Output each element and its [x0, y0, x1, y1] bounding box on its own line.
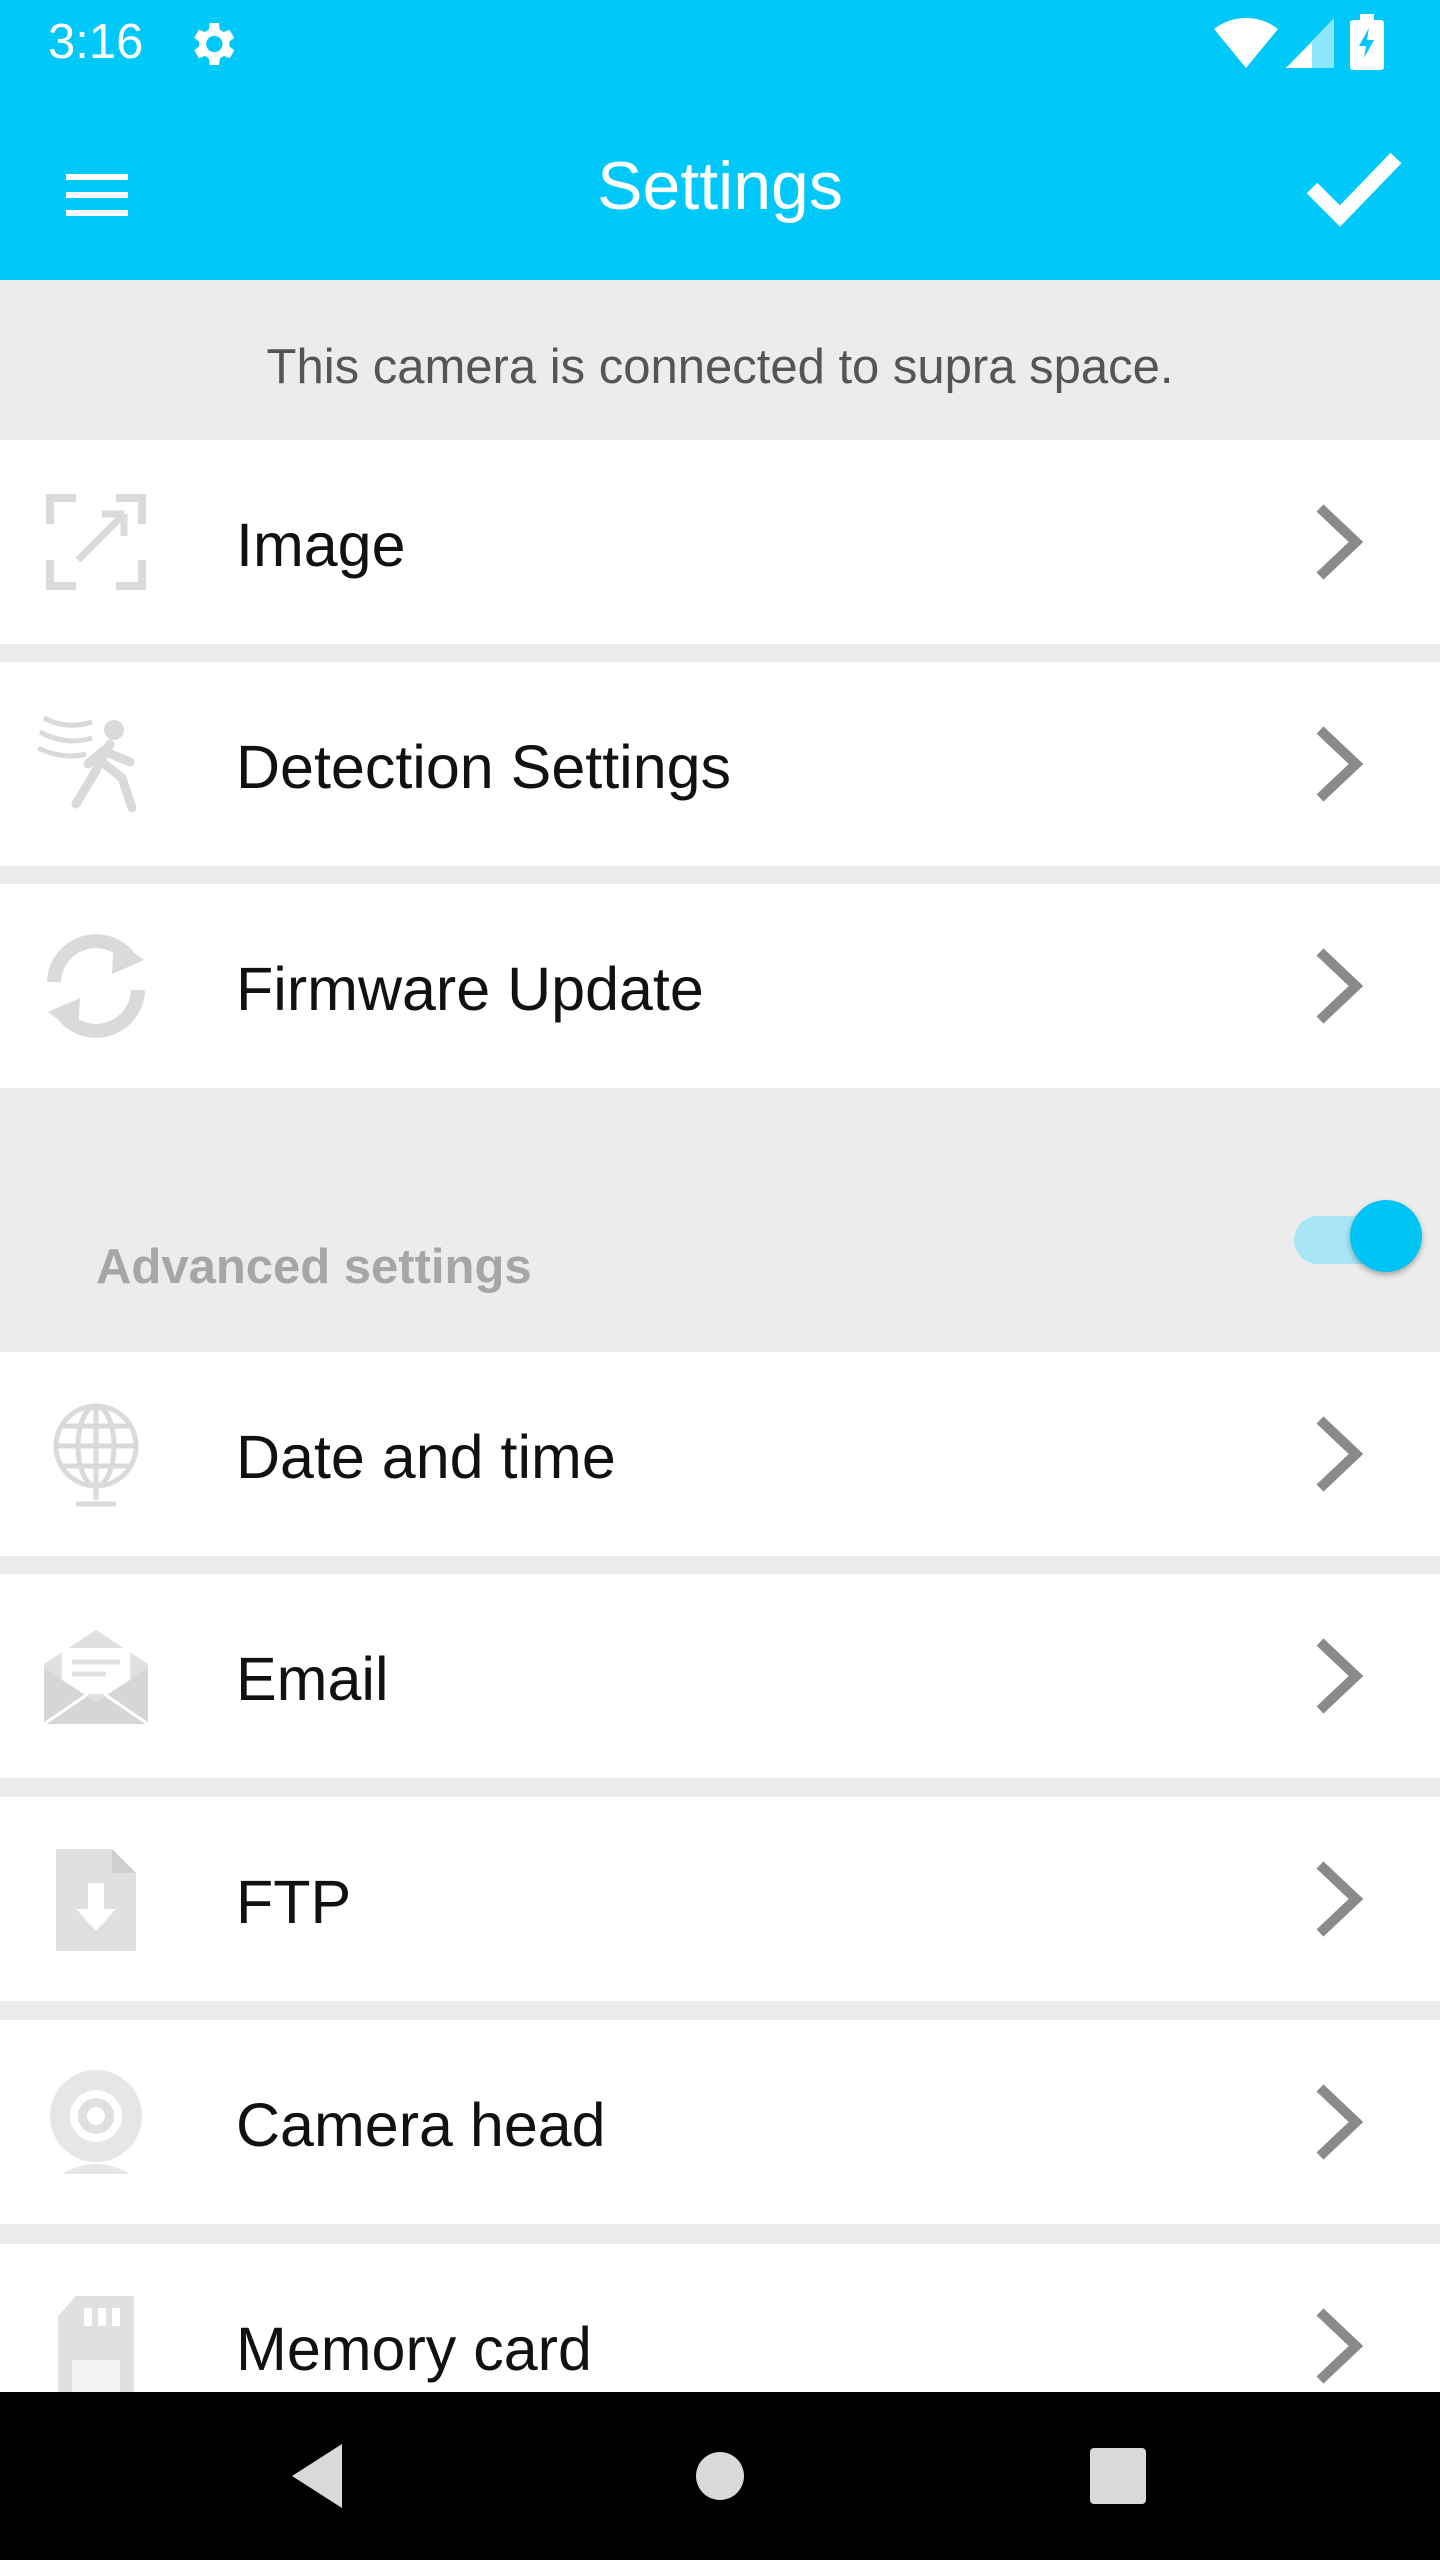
settings-item-label: Firmware Update — [236, 955, 704, 1023]
chevron-right-icon — [1316, 1638, 1364, 1714]
advanced-settings-header: Advanced settings — [0, 1090, 1440, 1352]
back-icon[interactable] — [280, 2436, 360, 2516]
settings-item-label: Memory card — [236, 2315, 592, 2383]
chevron-right-icon — [1316, 2308, 1364, 2384]
recents-icon[interactable] — [1078, 2436, 1158, 2516]
settings-item-label: Email — [236, 1645, 389, 1713]
chevron-right-icon — [1316, 504, 1364, 580]
settings-item-date-and-time[interactable]: Date and time — [0, 1352, 1440, 1556]
info-banner: This camera is connected to supra space. — [0, 280, 1440, 438]
chevron-right-icon — [1316, 2084, 1364, 2160]
advanced-settings-toggle[interactable] — [1290, 1194, 1422, 1274]
chevron-right-icon — [1316, 948, 1364, 1024]
settings-item-label: Detection Settings — [236, 733, 732, 801]
app-bar: Settings — [0, 84, 1440, 280]
chevron-right-icon — [1316, 1861, 1364, 1937]
home-icon[interactable] — [680, 2436, 760, 2516]
chevron-right-icon — [1316, 1416, 1364, 1492]
settings-item-firmware-update[interactable]: Firmware Update — [0, 884, 1440, 1088]
chevron-right-icon — [1316, 726, 1364, 802]
image-crop-icon — [46, 494, 146, 590]
sd-card-icon — [58, 2296, 134, 2402]
settings-item-image[interactable]: Image — [0, 440, 1440, 644]
wifi-icon — [1214, 18, 1278, 68]
cell-signal-icon — [1286, 18, 1334, 68]
webcam-icon — [50, 2070, 142, 2174]
toggle-knob — [1350, 1200, 1422, 1272]
gear-icon — [194, 23, 235, 65]
settings-item-email[interactable]: Email — [0, 1574, 1440, 1778]
checkmark-icon[interactable] — [1304, 144, 1404, 234]
settings-screen: 3:16 Settings This camera is connected t… — [0, 0, 1440, 2560]
status-time: 3:16 — [48, 15, 144, 69]
navigation-bar — [0, 2392, 1440, 2560]
email-icon — [43, 1630, 149, 1726]
advanced-settings-label: Advanced settings — [96, 1240, 532, 1294]
settings-item-detection-settings[interactable]: Detection Settings — [0, 662, 1440, 866]
settings-item-camera-head[interactable]: Camera head — [0, 2020, 1440, 2224]
motion-detection-icon — [36, 715, 137, 813]
settings-item-label: Image — [236, 511, 406, 579]
settings-item-label: Camera head — [236, 2091, 606, 2159]
connection-status-text: This camera is connected to supra space. — [266, 340, 1174, 394]
status-bar: 3:16 — [0, 0, 1440, 84]
page-title: Settings — [597, 148, 843, 224]
settings-item-label: Date and time — [236, 1423, 616, 1491]
globe-icon — [53, 1403, 139, 1507]
settings-item-ftp[interactable]: FTP — [0, 1797, 1440, 2001]
file-download-icon — [56, 1849, 136, 1951]
settings-item-label: FTP — [236, 1868, 352, 1936]
battery-charging-icon — [1350, 14, 1384, 70]
update-sync-icon — [47, 934, 145, 1038]
